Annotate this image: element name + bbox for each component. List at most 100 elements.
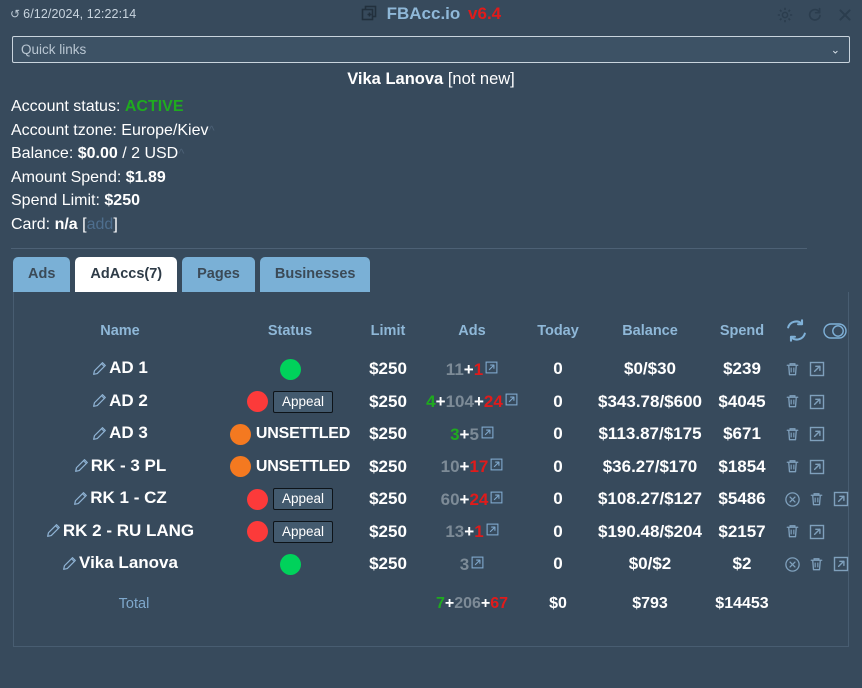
tab-bar: Ads AdAccs(7) Pages Businesses [0,257,862,292]
cell-status [226,548,354,581]
external-link-icon[interactable] [808,425,826,443]
th-balance[interactable]: Balance [594,292,706,353]
th-status[interactable]: Status [226,292,354,353]
table-header-row: Name Status Limit Ads Today Balance Spen… [14,292,862,353]
cell-spend: $4045 [718,391,766,411]
cell-today: 0 [553,521,563,541]
cell-actions [778,451,862,484]
cell-balance: $108.27/$127 [598,489,702,509]
account-row-name: RK 1 - CZ [90,488,167,507]
tab-pages[interactable]: Pages [182,257,255,292]
external-link-icon[interactable] [808,458,826,476]
quick-links-select[interactable]: Quick links ⌄ [12,36,850,63]
external-link-icon[interactable] [808,393,826,411]
tab-ads[interactable]: Ads [13,257,71,292]
caret-up-icon[interactable]: ^ [208,123,214,138]
circle-x-icon[interactable] [784,556,801,573]
th-today[interactable]: Today [522,292,594,353]
th-spend[interactable]: Spend [706,292,778,353]
status-dot-red [246,521,268,543]
th-limit[interactable]: Limit [354,292,422,353]
external-link-icon[interactable] [808,523,826,541]
app-title: FBAcc.io v6.4 [0,4,862,27]
appeal-button[interactable]: Appeal [272,520,334,543]
account-status-value: ACTIVE [124,98,184,115]
edit-pencil-icon[interactable] [73,491,88,506]
cell-status: UNSETTLED [226,418,354,451]
close-icon[interactable] [836,6,854,24]
external-link-icon[interactable] [832,555,850,573]
status-dot-red [246,391,268,413]
cell-status: Appeal [226,516,354,549]
account-spend-value: $1.89 [125,168,166,186]
cell-name: AD 1 [14,353,226,386]
section-divider [11,248,807,249]
trash-icon[interactable] [784,523,801,540]
status-dot-red [246,488,268,510]
card-add-link[interactable]: add [87,216,114,233]
tab-businesses[interactable]: Businesses [259,257,371,292]
status-dot-green [279,358,301,380]
cell-balance: $0/$2 [628,554,672,574]
cell-balance: $0/$30 [624,359,676,379]
cell-name: Vika Lanova [14,548,226,581]
gear-icon[interactable] [776,6,794,24]
trash-icon[interactable] [784,361,801,378]
account-limit-value: $250 [104,192,140,209]
circle-x-icon[interactable] [784,491,801,508]
account-name: Vika Lanova [347,70,444,88]
caret-up-icon-2[interactable]: ^ [178,146,184,161]
edit-pencil-icon[interactable] [74,458,89,473]
adaccounts-table: Name Status Limit Ads Today Balance Spen… [14,292,862,618]
edit-pencil-icon[interactable] [92,361,107,376]
cell-limit: $250 [369,554,407,574]
cell-name: AD 3 [14,418,226,451]
account-balance-rest: / 2 USD [122,145,179,162]
account-spend-label: Amount Spend: [11,168,122,186]
open-ads-icon[interactable] [481,424,494,444]
appeal-button[interactable]: Appeal [272,390,334,413]
open-ads-icon[interactable] [471,554,484,574]
cell-ads: 11+1 [422,353,522,386]
external-link-icon[interactable] [808,360,826,378]
account-row-name: AD 2 [109,390,148,410]
cell-actions [778,386,862,419]
cell-ads: 10+17 [422,451,522,484]
account-card-row: Card: n/a [add] [11,215,118,233]
toggle-switch-icon[interactable] [823,322,847,339]
appeal-button[interactable]: Appeal [272,488,334,511]
open-ads-icon[interactable] [486,521,499,541]
tab-adaccs-7[interactable]: AdAccs(7) [75,257,178,292]
cell-balance: $113.87/$175 [598,424,702,444]
app-version: v6.4 [468,4,502,23]
cell-status: UNSETTLED [226,451,354,484]
sync-icon[interactable] [784,318,809,343]
edit-pencil-icon[interactable] [92,393,107,408]
trash-icon[interactable] [784,426,801,443]
table-total-row: Total 7+206+67 $0 $793 $14453 [14,581,862,618]
external-link-icon[interactable] [832,490,850,508]
total-spend: $14453 [715,594,769,612]
account-new-flag: [not new] [447,70,515,88]
account-balance-row: Balance: $0.00 / 2 USD^ [11,142,862,166]
table-row: RK 1 - CZ Appeal $250 60+24 0 $108.27/$127 $54… [14,483,862,516]
trash-icon[interactable] [808,491,825,508]
edit-pencil-icon[interactable] [46,523,61,538]
edit-pencil-icon[interactable] [62,556,77,571]
trash-icon[interactable] [784,393,801,410]
th-ads[interactable]: Ads [422,292,522,353]
cell-actions [778,418,862,451]
open-ads-icon[interactable] [490,456,503,476]
refresh-icon[interactable] [806,6,824,24]
total-actions [778,581,862,618]
trash-icon[interactable] [784,458,801,475]
trash-icon[interactable] [808,556,825,573]
cell-today: 0 [553,489,563,509]
th-name[interactable]: Name [14,292,226,353]
open-ads-icon[interactable] [490,489,503,509]
open-ads-icon[interactable] [485,359,498,379]
account-balance-label: Balance: [11,145,74,162]
edit-pencil-icon[interactable] [92,426,107,441]
total-label: Total [118,595,150,612]
open-ads-icon[interactable] [505,391,518,411]
